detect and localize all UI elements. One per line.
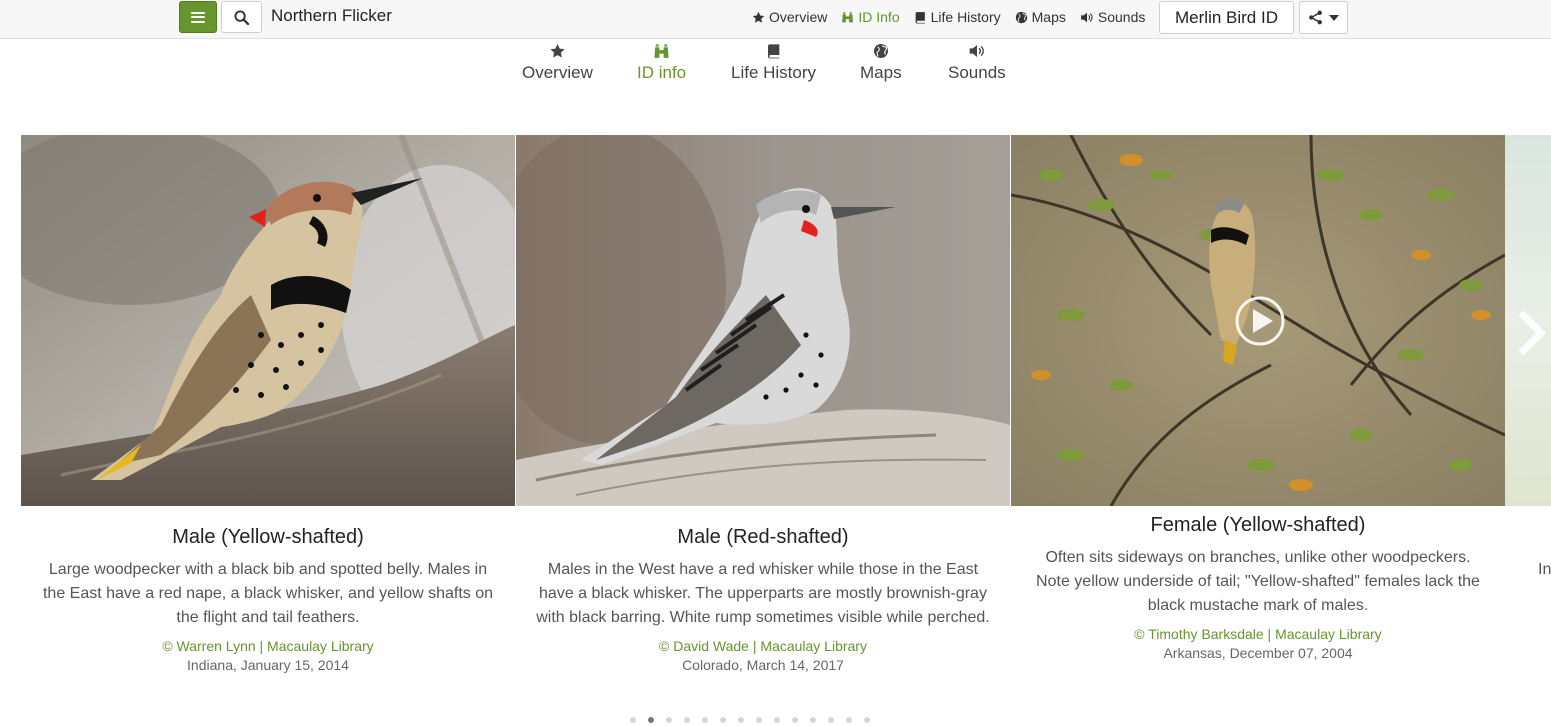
chevron-left-icon xyxy=(0,315,16,353)
species-title: Northern Flicker xyxy=(271,6,392,25)
carousel-next-button[interactable] xyxy=(1510,306,1550,360)
hamburger-icon xyxy=(191,11,205,23)
menu-button[interactable] xyxy=(179,1,217,33)
globe-icon xyxy=(1015,11,1028,24)
card-description: Often sits sideways on branches, unlike … xyxy=(1036,549,1480,614)
carousel-dot[interactable] xyxy=(702,717,708,723)
book-icon xyxy=(766,41,782,61)
star-icon xyxy=(752,11,765,24)
card-male-red-shafted: Male (Red-shafted) Males in the West hav… xyxy=(536,526,990,673)
search-icon xyxy=(234,9,249,25)
topnav-overview[interactable]: Overview xyxy=(752,9,827,25)
topnav-sounds[interactable]: Sounds xyxy=(1080,9,1145,25)
carousel-dot[interactable] xyxy=(864,717,870,723)
carousel-pagination xyxy=(630,717,870,723)
photo-credit-link[interactable]: © David Wade | Macaulay Library xyxy=(536,638,990,654)
photo-location-date: Indiana, January 15, 2014 xyxy=(187,657,349,673)
merlin-bird-id-button[interactable]: Merlin Bird ID xyxy=(1159,1,1294,34)
carousel-dot[interactable] xyxy=(828,717,834,723)
card-title: Male (Red-shafted) xyxy=(677,526,849,548)
photo-location-date: Colorado, March 14, 2017 xyxy=(682,657,844,673)
photo-credit-link[interactable]: © Timothy Barksdale | Macaulay Library xyxy=(1031,626,1485,642)
topnav-id-info[interactable]: ID Info xyxy=(841,9,900,25)
carousel-dot[interactable] xyxy=(648,717,654,723)
search-button[interactable] xyxy=(221,1,262,33)
carousel-dot[interactable] xyxy=(684,717,690,723)
speaker-icon xyxy=(1080,11,1094,24)
photo-male-red-shafted[interactable] xyxy=(516,135,1010,506)
tab-overview[interactable]: Overview xyxy=(522,41,593,83)
carousel-dot[interactable] xyxy=(810,717,816,723)
carousel-dot[interactable] xyxy=(630,717,636,723)
globe-icon xyxy=(873,41,889,61)
tab-life-history[interactable]: Life History xyxy=(731,41,816,83)
star-icon xyxy=(549,41,566,61)
tab-id-info[interactable]: ID info xyxy=(637,41,686,83)
binoculars-icon xyxy=(841,11,854,24)
card-female-yellow-shafted: Female (Yellow-shafted) Often sits sidew… xyxy=(1031,514,1485,661)
chevron-right-icon xyxy=(1518,310,1545,356)
carousel-dot[interactable] xyxy=(738,717,744,723)
share-icon xyxy=(1309,10,1322,25)
photo-male-yellow-shafted[interactable] xyxy=(21,135,515,506)
carousel-dot[interactable] xyxy=(846,717,852,723)
carousel-dot[interactable] xyxy=(756,717,762,723)
carousel-dot[interactable] xyxy=(666,717,672,723)
share-button[interactable] xyxy=(1299,1,1348,34)
top-nav: Overview ID Info Life History Maps Sound… xyxy=(752,9,1145,25)
top-bar: Northern Flicker Overview ID Info Life H… xyxy=(0,0,1551,39)
video-female-yellow-shafted[interactable] xyxy=(1011,135,1505,506)
topnav-maps[interactable]: Maps xyxy=(1015,9,1066,25)
carousel-dot[interactable] xyxy=(720,717,726,723)
carousel-prev-button[interactable] xyxy=(0,313,16,355)
carousel-dot[interactable] xyxy=(774,717,780,723)
card-male-yellow-shafted: Male (Yellow-shafted) Large woodpecker w… xyxy=(40,526,496,673)
tab-sounds[interactable]: Sounds xyxy=(948,41,1006,83)
book-icon xyxy=(914,11,927,24)
next-card-peek-text: In xyxy=(1538,561,1551,578)
speaker-icon xyxy=(968,41,986,61)
card-title: Male (Yellow-shafted) xyxy=(172,526,364,548)
card-description: Males in the West have a red whisker whi… xyxy=(536,561,990,626)
topnav-life-history[interactable]: Life History xyxy=(914,9,1001,25)
carousel-dot[interactable] xyxy=(792,717,798,723)
tab-maps[interactable]: Maps xyxy=(860,41,902,83)
photo-credit-link[interactable]: © Warren Lynn | Macaulay Library xyxy=(40,638,496,654)
card-description: Large woodpecker with a black bib and sp… xyxy=(42,561,494,626)
binoculars-icon xyxy=(653,41,670,61)
card-title: Female (Yellow-shafted) xyxy=(1150,514,1366,536)
photo-location-date: Arkansas, December 07, 2004 xyxy=(1163,645,1353,661)
chevron-down-icon xyxy=(1329,14,1339,21)
